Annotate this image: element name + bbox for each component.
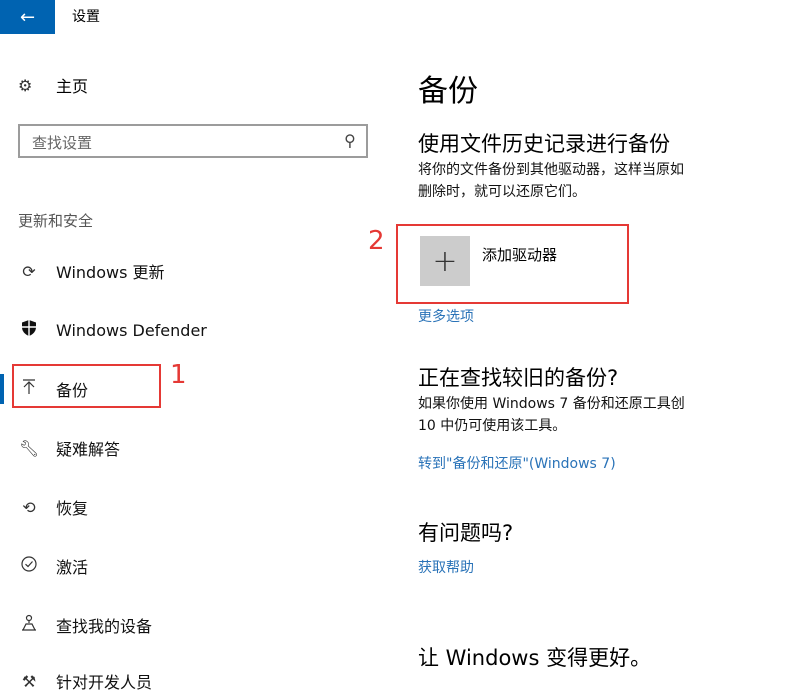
sidebar-item-recovery[interactable]: ⟲ 恢复: [18, 492, 88, 522]
sidebar-item-label: 查找我的设备: [56, 617, 153, 636]
sidebar-item-label: 针对开发人员: [56, 673, 153, 692]
sidebar-item-troubleshoot[interactable]: 🔧︎ 疑难解答: [18, 433, 120, 463]
get-help-link[interactable]: 获取帮助: [418, 557, 474, 577]
back-arrow-icon: ←: [19, 6, 36, 28]
find-device-icon: [18, 614, 40, 636]
developer-icon: ⚒: [21, 671, 37, 691]
wrench-icon: 🔧︎: [18, 438, 40, 458]
section-title: 更新和安全: [18, 212, 94, 230]
sidebar-home[interactable]: ⚙ 主页: [18, 72, 88, 98]
sidebar-item-developers[interactable]: ⚒ 针对开发人员: [18, 666, 152, 696]
search-input[interactable]: 查找设置 ⚲: [18, 124, 368, 158]
back-button[interactable]: ←: [0, 0, 55, 34]
check-circle-icon: [18, 556, 40, 576]
sidebar-item-label: Windows Defender: [56, 320, 207, 340]
file-history-desc-1: 将你的文件备份到其他驱动器，这样当原如: [418, 162, 684, 178]
annotation-number-2: 2: [368, 226, 385, 256]
sidebar-item-windows-update[interactable]: ⟳ Windows 更新: [18, 256, 165, 286]
home-label: 主页: [56, 77, 89, 96]
sidebar-item-activation[interactable]: 激活: [18, 551, 88, 581]
gear-icon: ⚙: [18, 75, 33, 95]
annotation-number-1: 1: [170, 360, 187, 390]
search-icon[interactable]: ⚲: [344, 131, 356, 150]
sidebar-item-label: Windows 更新: [56, 263, 165, 282]
older-backup-desc-2: 10 中仍可使用该工具。: [418, 418, 567, 434]
title-bar: ← 设置: [0, 0, 793, 34]
sidebar-item-label: 疑难解答: [56, 440, 121, 459]
older-backup-heading: 正在查找较旧的备份?: [418, 366, 619, 390]
questions-heading: 有问题吗?: [418, 521, 514, 545]
page-title: 备份: [418, 74, 478, 109]
backup-restore-link[interactable]: 转到"备份和还原"(Windows 7): [418, 453, 616, 473]
sidebar-item-find-device[interactable]: 查找我的设备: [18, 610, 152, 640]
window-title: 设置: [72, 9, 100, 25]
sidebar-item-label: 激活: [56, 558, 89, 577]
sidebar-item-windows-defender[interactable]: Windows Defender: [18, 315, 207, 345]
improve-windows-heading: 让 Windows 变得更好。: [418, 646, 652, 670]
sync-icon: ⟳: [22, 261, 36, 281]
sidebar-item-label: 恢复: [56, 499, 89, 518]
more-options-link[interactable]: 更多选项: [418, 306, 474, 326]
restore-icon: ⟲: [22, 497, 36, 517]
annotation-box-1: [12, 364, 161, 408]
selected-indicator: [0, 374, 4, 404]
annotation-box-2: [396, 224, 629, 304]
file-history-desc-2: 删除时，就可以还原它们。: [418, 184, 586, 200]
file-history-heading: 使用文件历史记录进行备份: [418, 132, 670, 156]
older-backup-desc-1: 如果你使用 Windows 7 备份和还原工具创: [418, 396, 685, 412]
search-placeholder: 查找设置: [32, 134, 93, 152]
shield-icon: [18, 319, 40, 341]
